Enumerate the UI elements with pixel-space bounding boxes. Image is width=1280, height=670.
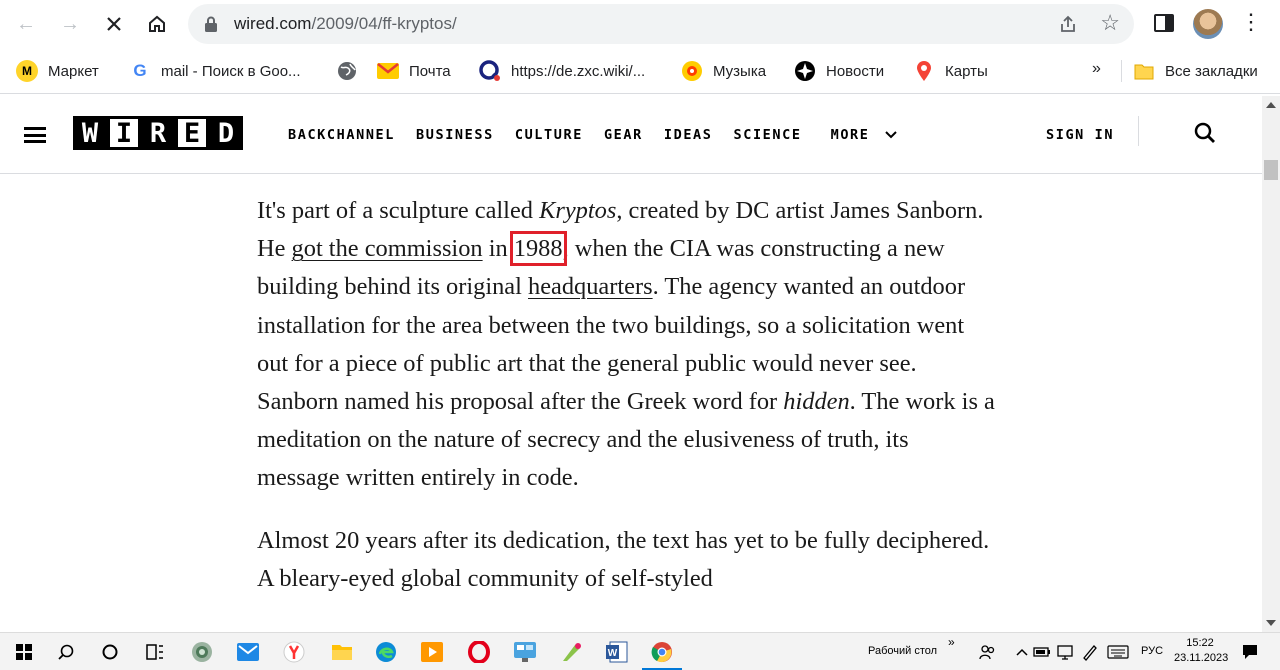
scroll-up-arrow-icon[interactable] xyxy=(1266,102,1276,108)
windows-taskbar: W Рабочий стол » РУС 15:22 23.11.2023 xyxy=(0,632,1280,670)
globe-icon xyxy=(336,60,358,82)
edge-icon[interactable] xyxy=(374,640,398,664)
desktop-toolbar-label[interactable]: Рабочий стол xyxy=(868,645,937,657)
clock-date: 23.11.2023 xyxy=(1174,652,1229,664)
bookmark-zxc-wiki[interactable]: https://de.zxc.wiki/... xyxy=(479,60,645,82)
article-paragraph: Almost 20 years after its dedication, th… xyxy=(257,526,990,592)
url-text[interactable]: wired.com/2009/04/ff-kryptos/ xyxy=(234,14,457,34)
profile-avatar[interactable] xyxy=(1193,9,1223,39)
scroll-thumb[interactable] xyxy=(1264,160,1278,180)
headquarters-link[interactable]: headquarters xyxy=(528,273,653,300)
forward-icon[interactable]: → xyxy=(54,8,86,40)
cortana-icon[interactable] xyxy=(98,640,122,664)
media-player-icon[interactable] xyxy=(420,640,444,664)
article-paragraph: It's part of a sculpture called Kryptos,… xyxy=(257,197,995,492)
search-icon[interactable] xyxy=(1194,122,1216,144)
bookmark-market[interactable]: M Маркет xyxy=(16,60,99,82)
kryptos-emphasis: Kryptos xyxy=(539,197,617,224)
back-icon[interactable]: ← xyxy=(10,8,42,40)
site-header: W I R E D BACKCHANNEL BUSINESS CULTURE G… xyxy=(0,96,1262,174)
stop-loading-icon[interactable] xyxy=(98,8,130,40)
hamburger-menu-icon[interactable] xyxy=(24,127,46,143)
bookmark-music[interactable]: Музыка xyxy=(681,60,766,82)
all-bookmarks-folder[interactable]: Все закладки xyxy=(1133,60,1258,82)
nav-business[interactable]: BUSINESS xyxy=(416,127,494,143)
nav-more-label: MORE xyxy=(830,127,870,143)
nav-ideas[interactable]: IDEAS xyxy=(664,127,713,143)
yandex-market-icon: M xyxy=(16,60,38,82)
nav-backchannel[interactable]: BACKCHANNEL xyxy=(288,127,395,143)
toolbar-chevron-icon[interactable]: » xyxy=(948,635,955,649)
sync-app-icon[interactable] xyxy=(190,640,214,664)
chevron-down-icon xyxy=(885,131,897,139)
menu-kebab-icon[interactable]: ⋮ xyxy=(1240,10,1262,34)
sign-in-link[interactable]: SIGN IN xyxy=(1046,127,1114,143)
maps-pin-icon xyxy=(913,60,935,82)
battery-icon[interactable] xyxy=(1030,640,1054,664)
page-scrollbar[interactable] xyxy=(1262,96,1280,632)
input-language[interactable]: РУС xyxy=(1141,645,1163,657)
windows-start-icon[interactable] xyxy=(12,640,36,664)
folder-icon xyxy=(1133,60,1155,82)
wired-logo[interactable]: W I R E D xyxy=(73,116,243,150)
bookmark-star-icon[interactable]: ☆ xyxy=(1100,10,1120,36)
logo-letter: R xyxy=(141,116,175,150)
zxc-wiki-icon xyxy=(479,60,501,82)
nav-culture[interactable]: CULTURE xyxy=(515,127,583,143)
bookmark-news[interactable]: Новости xyxy=(794,60,884,82)
article-body: It's part of a sculpture called Kryptos,… xyxy=(257,192,997,622)
logo-letter: E xyxy=(175,116,209,150)
logo-letter: W xyxy=(73,116,107,150)
task-view-icon[interactable] xyxy=(143,640,167,664)
yandex-browser-icon[interactable] xyxy=(282,640,306,664)
pen-icon[interactable] xyxy=(1078,640,1102,664)
opera-icon[interactable] xyxy=(467,640,491,664)
scroll-down-arrow-icon[interactable] xyxy=(1266,620,1276,626)
header-divider xyxy=(1138,116,1139,146)
svg-text:W: W xyxy=(608,648,618,659)
search-icon[interactable] xyxy=(54,640,78,664)
home-icon[interactable] xyxy=(141,8,173,40)
nav-more[interactable]: MORE xyxy=(831,127,898,143)
keyboard-icon[interactable] xyxy=(1106,640,1130,664)
commission-link[interactable]: got the commission xyxy=(292,235,483,262)
google-icon: G xyxy=(133,61,147,80)
music-icon xyxy=(681,60,703,82)
news-icon xyxy=(794,60,816,82)
bookmarks-overflow-chevron[interactable]: » xyxy=(1092,60,1101,78)
bookmarks-bar: M Маркет G mail - Поиск в Goo... Почта h… xyxy=(0,48,1280,94)
chrome-icon[interactable] xyxy=(642,640,682,670)
file-explorer-icon[interactable] xyxy=(330,640,354,664)
bookmarks-divider xyxy=(1121,60,1122,82)
site-nav: BACKCHANNEL BUSINESS CULTURE GEAR IDEAS … xyxy=(288,127,918,143)
logo-letter: D xyxy=(209,116,243,150)
word-icon[interactable]: W xyxy=(605,640,629,664)
share-icon[interactable] xyxy=(1058,14,1078,34)
hidden-emphasis: hidden xyxy=(783,388,850,416)
control-panel-icon[interactable] xyxy=(513,640,537,664)
bookmark-globe[interactable] xyxy=(336,60,368,82)
network-icon[interactable] xyxy=(1054,640,1078,664)
address-bar[interactable]: wired.com/2009/04/ff-kryptos/ ☆ xyxy=(188,4,1134,44)
people-icon[interactable] xyxy=(976,640,1000,664)
bookmark-maps[interactable]: Карты xyxy=(913,60,988,82)
mail-app-icon[interactable] xyxy=(236,640,260,664)
nav-gear[interactable]: GEAR xyxy=(604,127,643,143)
mail-icon xyxy=(377,60,399,82)
bookmark-mail[interactable]: Почта xyxy=(377,60,451,82)
bookmark-google-search[interactable]: G mail - Поиск в Goo... xyxy=(129,60,300,82)
clock-time: 15:22 xyxy=(1186,637,1214,649)
logo-letter: I xyxy=(107,116,141,150)
system-clock[interactable]: 15:22 23.11.2023 xyxy=(1174,636,1229,666)
highlighted-year: 1988 xyxy=(509,231,567,267)
notifications-icon[interactable] xyxy=(1238,640,1262,664)
nav-science[interactable]: SCIENCE xyxy=(734,127,802,143)
lock-icon[interactable] xyxy=(204,16,218,32)
side-panel-icon[interactable] xyxy=(1154,14,1174,32)
paint-icon[interactable] xyxy=(560,640,584,664)
browser-toolbar: ← → wired.com/2009/04/ff-kryptos/ ☆ ⋮ xyxy=(0,0,1280,48)
